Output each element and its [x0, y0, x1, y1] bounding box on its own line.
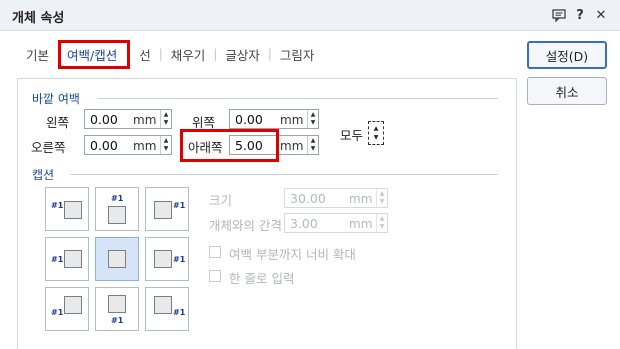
margin-left-label: 왼쪽 — [46, 115, 70, 130]
margin-top-spinner[interactable]: ▲ ▼ — [307, 110, 318, 128]
spin-up-icon[interactable]: ▲ — [374, 124, 379, 133]
caption-pos-left-bottom[interactable]: #1 — [45, 287, 89, 331]
margin-left-value: 0.00 — [90, 112, 118, 127]
margin-top-field[interactable]: 0.00 mm ▲ ▼ — [229, 109, 319, 129]
spin-up-icon[interactable]: ▲ — [311, 111, 316, 119]
title-bar: 개체 속성 ? ✕ — [0, 0, 620, 31]
spin-down-icon[interactable]: ▼ — [380, 223, 385, 231]
margin-left-field[interactable]: 0.00 mm ▲ ▼ — [84, 109, 172, 129]
caption-divider — [70, 174, 498, 175]
caption-gap-field[interactable]: 3.00 mm ▲ ▼ — [284, 213, 388, 233]
object-placeholder — [154, 296, 172, 314]
caption-gap-unit: mm — [349, 217, 373, 231]
caption-pos-bottom[interactable]: #1 — [95, 287, 139, 331]
margin-right-spinner[interactable]: ▲ ▼ — [160, 136, 171, 154]
caption-pos-none[interactable] — [95, 237, 139, 281]
close-icon[interactable]: ✕ — [592, 6, 610, 24]
object-placeholder — [108, 295, 126, 313]
spin-down-icon[interactable]: ▼ — [374, 133, 379, 142]
caption-gap-label: 개체와의 간격 — [209, 218, 282, 233]
tab-shadow[interactable]: 그림자 — [280, 45, 315, 64]
margin-bottom-spinner[interactable]: ▲ ▼ — [307, 136, 318, 154]
caption-tag: #1 — [51, 201, 64, 210]
ok-button[interactable]: 설정(D) — [527, 41, 607, 69]
tab-basic[interactable]: 기본 — [26, 45, 49, 64]
caption-tag: #1 — [111, 194, 124, 203]
spin-up-icon[interactable]: ▲ — [380, 215, 385, 223]
margin-left-spinner[interactable]: ▲ ▼ — [160, 110, 171, 128]
object-placeholder — [64, 201, 82, 219]
spin-down-icon[interactable]: ▼ — [164, 145, 169, 153]
single-line-label: 한 줄로 입력 — [229, 271, 295, 286]
caption-pos-left-top[interactable]: #1 — [45, 187, 89, 231]
caption-tag: #1 — [173, 201, 186, 210]
caption-tag: #1 — [173, 308, 186, 317]
margin-top-value: 0.00 — [235, 112, 263, 127]
caption-pos-right[interactable]: #1 — [145, 237, 189, 281]
caption-tag: #1 — [111, 316, 124, 325]
margin-right-field[interactable]: 0.00 mm ▲ ▼ — [84, 135, 172, 155]
object-placeholder — [154, 250, 172, 268]
object-placeholder — [108, 250, 126, 268]
caption-size-spinner[interactable]: ▲ ▼ — [376, 189, 387, 207]
object-placeholder — [154, 201, 172, 219]
cancel-button[interactable]: 취소 — [527, 77, 607, 105]
object-placeholder — [64, 296, 82, 314]
caption-pos-right-top[interactable]: #1 — [145, 187, 189, 231]
spin-up-icon[interactable]: ▲ — [311, 137, 316, 145]
margin-left-unit: mm — [133, 113, 157, 127]
comment-icon[interactable] — [550, 6, 568, 24]
margin-right-label: 오른쪽 — [31, 140, 66, 155]
caption-tag: #1 — [51, 308, 64, 317]
caption-size-label: 크기 — [209, 193, 233, 208]
window-title: 개체 속성 — [12, 11, 65, 26]
caption-tag: #1 — [51, 255, 64, 264]
spin-down-icon[interactable]: ▼ — [380, 198, 385, 206]
caption-pos-top[interactable]: #1 — [95, 187, 139, 231]
spin-up-icon[interactable]: ▲ — [380, 190, 385, 198]
tab-fill[interactable]: 채우기 — [171, 45, 206, 64]
tab-highlight-box — [58, 40, 130, 69]
tab-line[interactable]: 선 — [139, 45, 151, 64]
tab-separator: | — [158, 47, 163, 61]
tab-separator: | — [213, 47, 218, 61]
caption-size-value: 30.00 — [290, 191, 326, 206]
outer-margin-title: 바깥 여백 — [32, 92, 80, 106]
spin-down-icon[interactable]: ▼ — [311, 145, 316, 153]
extend-margin-checkbox[interactable] — [209, 246, 221, 258]
tab-separator: | — [267, 47, 272, 61]
caption-tag: #1 — [173, 255, 186, 264]
margin-bottom-unit: mm — [280, 139, 304, 153]
outer-margin-divider — [98, 98, 498, 99]
spin-up-icon[interactable]: ▲ — [164, 111, 169, 119]
tab-textbox[interactable]: 글상자 — [225, 45, 260, 64]
caption-gap-value: 3.00 — [290, 216, 318, 231]
margin-right-value: 0.00 — [90, 138, 118, 153]
spin-up-icon[interactable]: ▲ — [164, 137, 169, 145]
caption-pos-right-bottom[interactable]: #1 — [145, 287, 189, 331]
caption-size-field[interactable]: 30.00 mm ▲ ▼ — [284, 188, 388, 208]
spin-down-icon[interactable]: ▼ — [164, 119, 169, 127]
caption-gap-spinner[interactable]: ▲ ▼ — [376, 214, 387, 232]
margin-bottom-highlight-box — [180, 129, 279, 162]
all-spinner-button[interactable]: ▲ ▼ — [368, 121, 384, 145]
caption-size-unit: mm — [349, 192, 373, 206]
spin-down-icon[interactable]: ▼ — [311, 119, 316, 127]
single-line-checkbox[interactable] — [209, 270, 221, 282]
object-placeholder — [108, 206, 126, 224]
extend-margin-label: 여백 부분까지 너비 확대 — [229, 247, 356, 262]
caption-pos-left[interactable]: #1 — [45, 237, 89, 281]
help-icon[interactable]: ? — [571, 6, 589, 24]
dialog-body: 기본 여백/캡션 선 | 채우기 | 글상자 | 그림자 바깥 여백 왼쪽 0.… — [0, 31, 620, 349]
all-label: 모두 — [340, 128, 364, 143]
margin-top-unit: mm — [280, 113, 304, 127]
margin-right-unit: mm — [133, 139, 157, 153]
object-placeholder — [64, 250, 82, 268]
caption-title: 캡션 — [32, 168, 55, 182]
